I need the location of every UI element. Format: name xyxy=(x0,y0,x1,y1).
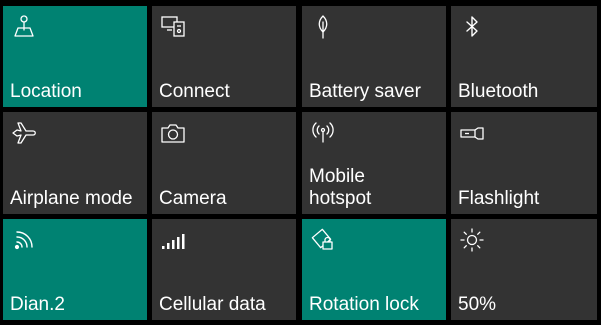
cellular-data-label: Cellular data xyxy=(159,294,266,315)
rotation-lock-label: Rotation lock xyxy=(309,294,419,315)
wifi-tile[interactable]: Dian.2 xyxy=(3,219,147,320)
camera-label: Camera xyxy=(159,188,227,209)
hotspot-icon xyxy=(310,120,336,146)
camera-icon xyxy=(160,120,186,146)
cellular-data-tile[interactable]: Cellular data xyxy=(152,219,296,320)
flashlight-tile[interactable]: Flashlight xyxy=(451,112,597,214)
rotation-lock-tile[interactable]: Rotation lock xyxy=(302,219,446,320)
brightness-icon xyxy=(459,227,485,253)
location-tile[interactable]: Location xyxy=(3,6,147,107)
wifi-label: Dian.2 xyxy=(10,294,65,315)
bluetooth-icon xyxy=(459,14,485,40)
brightness-tile[interactable]: 50% xyxy=(451,219,597,320)
connect-icon xyxy=(160,14,186,40)
bluetooth-tile[interactable]: Bluetooth xyxy=(451,6,597,107)
cellular-icon xyxy=(160,227,186,253)
bluetooth-label: Bluetooth xyxy=(458,81,539,102)
mobile-hotspot-tile[interactable]: Mobile hotspot xyxy=(302,112,446,214)
connect-tile[interactable]: Connect xyxy=(152,6,296,107)
airplane-icon xyxy=(11,120,37,146)
wifi-icon xyxy=(11,227,37,253)
battery-saver-label: Battery saver xyxy=(309,81,421,102)
battery-saver-tile[interactable]: Battery saver xyxy=(302,6,446,107)
quick-actions-grid: Location Connect Battery saver Bluetooth… xyxy=(0,0,601,325)
location-label: Location xyxy=(10,81,82,102)
camera-tile[interactable]: Camera xyxy=(152,112,296,214)
connect-label: Connect xyxy=(159,81,230,102)
brightness-label: 50% xyxy=(458,294,497,315)
flashlight-icon xyxy=(459,120,485,146)
battery-saver-icon xyxy=(310,14,336,40)
airplane-mode-tile[interactable]: Airplane mode xyxy=(3,112,147,214)
mobile-hotspot-label: Mobile hotspot xyxy=(309,166,372,209)
location-icon xyxy=(11,14,37,40)
flashlight-label: Flashlight xyxy=(458,188,540,209)
rotation-lock-icon xyxy=(310,227,336,253)
airplane-mode-label: Airplane mode xyxy=(10,188,133,209)
